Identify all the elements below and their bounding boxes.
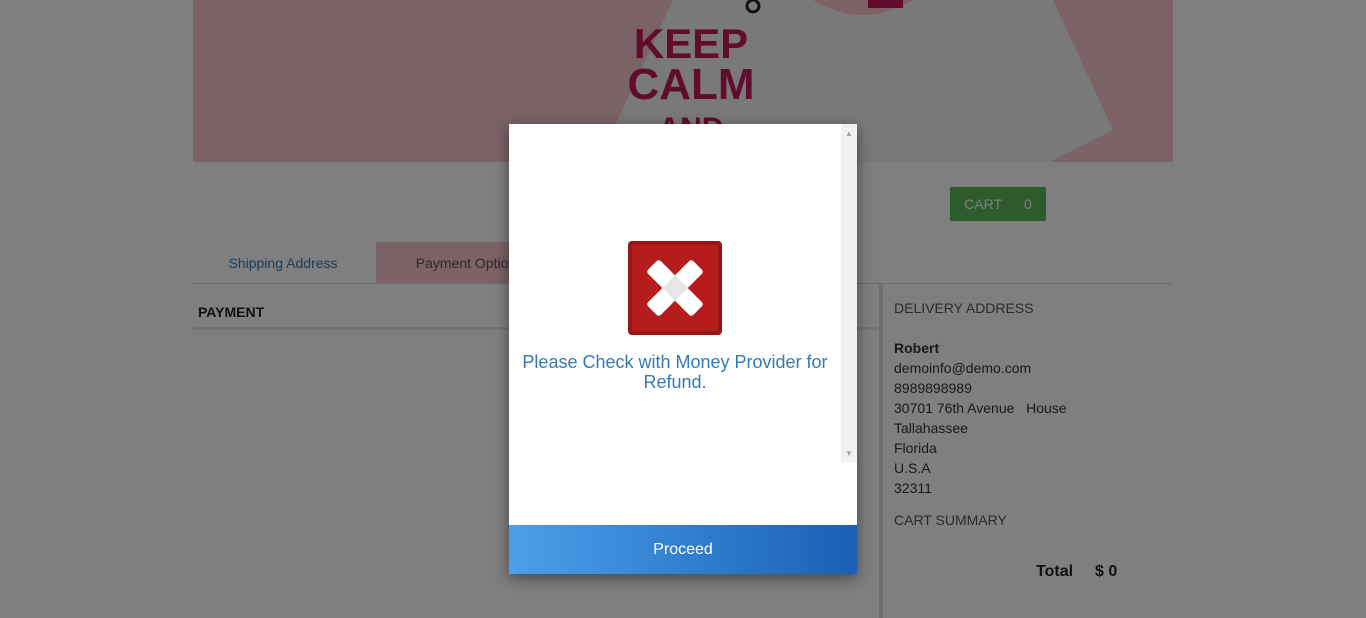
dialog-body: ▲ ▼ Please Check with Money Provider for… — [509, 124, 857, 525]
dialog-scrollbar[interactable]: ▲ ▼ — [841, 124, 857, 462]
scroll-up-arrow-icon[interactable]: ▲ — [841, 126, 857, 140]
scroll-down-arrow-icon[interactable]: ▼ — [841, 446, 857, 460]
proceed-button[interactable]: Proceed — [509, 525, 857, 574]
error-x-icon — [628, 241, 722, 335]
refund-error-dialog: ▲ ▼ Please Check with Money Provider for… — [509, 124, 857, 574]
refund-message: Please Check with Money Provider for Ref… — [522, 352, 828, 392]
